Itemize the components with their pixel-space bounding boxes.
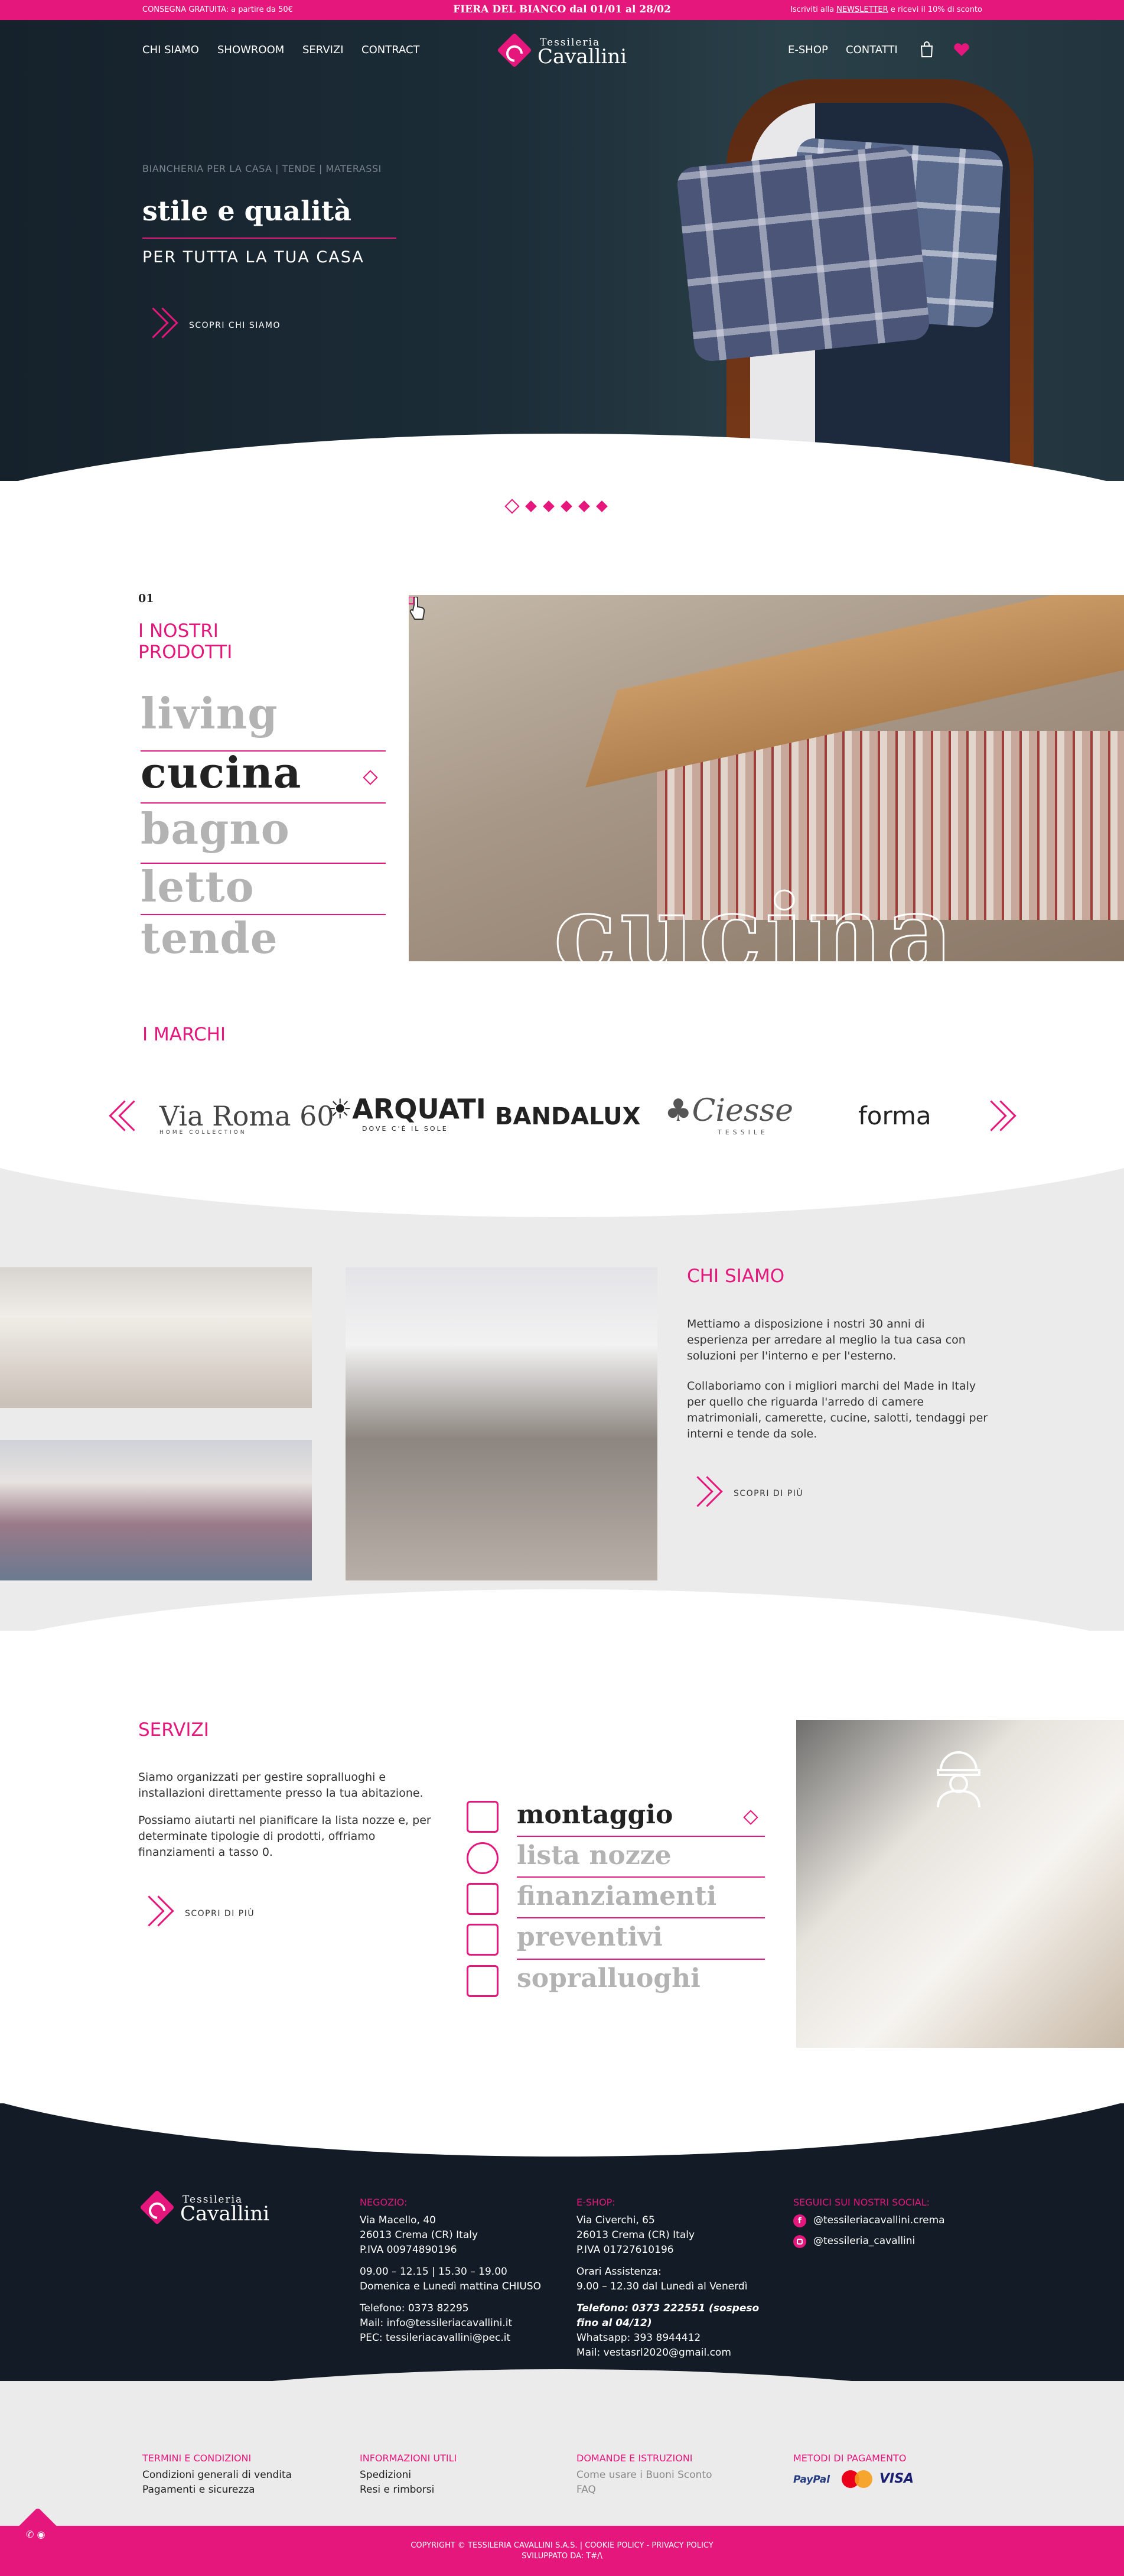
carousel-prev-icon[interactable] — [113, 1100, 148, 1137]
store-email-link[interactable]: Mail: info@tessileriacavallini.it — [360, 2316, 555, 2331]
link-pagamenti-sicurezza[interactable]: Pagamenti e sicurezza — [142, 2483, 292, 2497]
brand-ciesse[interactable]: ♣Ciesse TESSILE — [664, 1093, 793, 1136]
worker-icon — [467, 1801, 499, 1833]
worker-outline-icon — [926, 1744, 991, 1809]
double-chevron-right-icon[interactable] — [138, 1895, 172, 1932]
payment-column: METODI DI PAGAMENTO PayPal VISA — [793, 2451, 914, 2490]
nav-showroom[interactable]: SHOWROOM — [217, 44, 284, 56]
service-image — [796, 1720, 1124, 2048]
store-photo-showroom — [346, 1267, 657, 1580]
eshop-email-link[interactable]: Mail: vestasrl2020@gmail.com — [576, 2346, 777, 2360]
store-photo-curtains — [0, 1267, 312, 1408]
calculator-icon — [467, 1924, 499, 1956]
service-sopralluoghi[interactable]: sopralluoghi — [517, 1963, 701, 1993]
newsletter-link[interactable]: NEWSLETTER — [836, 5, 888, 14]
hero-subtitle: PER TUTTA LA TUA CASA — [142, 248, 364, 266]
brands-heading: I MARCHI — [142, 1024, 226, 1045]
category-cucina[interactable]: cucina — [141, 747, 301, 798]
hero-title: stile e qualità — [142, 195, 352, 227]
hand-cursor-icon — [408, 596, 428, 625]
copyright-bar: COPYRIGHT © TESSILERIA CAVALLINI S.A.S. … — [0, 2526, 1124, 2576]
instagram-icon — [793, 2235, 806, 2248]
category-letto[interactable]: letto — [141, 861, 255, 912]
facebook-icon: f — [793, 2214, 806, 2227]
slider-dot[interactable] — [525, 500, 537, 512]
category-image-word: cucina — [552, 872, 957, 962]
category-bagno[interactable]: bagno — [141, 804, 290, 854]
facebook-link[interactable]: f @tessileriacavallini.crema — [793, 2213, 988, 2228]
footer-social: SEGUICI SUI NOSTRI SOCIAL: f @tessileria… — [793, 2195, 988, 2249]
visa-icon: VISA — [879, 2471, 914, 2486]
services-cta-button[interactable]: SCOPRI DI PIÙ — [185, 1909, 255, 1918]
services-paragraph: Possiamo aiutarti nel pianificare la lis… — [138, 1814, 431, 1859]
service-montaggio[interactable]: montaggio — [517, 1800, 673, 1830]
phone-icon[interactable]: ✆ ◉ — [26, 2529, 45, 2540]
footer-logo[interactable]: Tessileria Cavallini — [139, 2190, 269, 2226]
logo-mark-icon — [497, 32, 532, 68]
promo-bar: CONSEGNA GRATUITA: a partire da 50€ FIER… — [0, 0, 1124, 20]
service-finanziamenti[interactable]: finanziamenti — [517, 1881, 716, 1911]
section-heading: I NOSTRI PRODOTTI — [138, 620, 233, 663]
link-condizioni-vendita[interactable]: Condizioni generali di vendita — [142, 2468, 292, 2483]
category-tende[interactable]: tende — [141, 913, 278, 963]
category-living[interactable]: living — [141, 688, 278, 739]
about-paragraph: Mettiamo a disposizione i nostri 30 anni… — [687, 1318, 966, 1362]
double-chevron-right-icon[interactable] — [687, 1476, 721, 1513]
store-photo-linens — [0, 1440, 312, 1580]
carousel-next-icon[interactable] — [980, 1100, 1015, 1137]
link-spedizioni[interactable]: Spedizioni — [360, 2468, 457, 2483]
nav-servizi[interactable]: SERVIZI — [302, 44, 344, 56]
faq-column: DOMANDE E ISTRUZIONI Come usare i Buoni … — [576, 2451, 712, 2497]
copyright-text: COPYRIGHT © TESSILERIA CAVALLINI S.A.S. … — [410, 2541, 714, 2550]
hero-cta-button[interactable]: SCOPRI CHI SIAMO — [189, 321, 281, 330]
rings-icon — [467, 1842, 499, 1874]
nav-contract[interactable]: CONTRACT — [361, 44, 420, 56]
site-logo[interactable]: Tessileria Cavallini — [497, 32, 627, 69]
section-number: 01 — [138, 592, 154, 605]
slider-dot[interactable] — [543, 500, 555, 512]
brand-viaroma[interactable]: Via Roma 60 HOME COLLECTION — [159, 1100, 334, 1136]
newsletter-promo: Iscriviti alla NEWSLETTER e ricevi il 10… — [790, 5, 982, 14]
mastercard-icon — [842, 2470, 872, 2488]
nav-chi-siamo[interactable]: CHI SIAMO — [142, 44, 199, 56]
brand-bandalux[interactable]: BANDALUX — [495, 1103, 640, 1130]
footer-store-info: NEGOZIO: Via Macello, 40 26013 Crema (CR… — [360, 2195, 555, 2346]
slider-dot[interactable] — [578, 500, 590, 512]
slider-dot[interactable] — [561, 500, 572, 512]
link-buoni-sconto[interactable]: Come usare i Buoni Sconto — [576, 2468, 712, 2483]
pencil-ruler-icon — [467, 1965, 499, 1997]
finance-icon — [467, 1883, 499, 1915]
slider-dot[interactable] — [596, 500, 608, 512]
cushion-image — [675, 144, 931, 363]
services-heading: SERVIZI — [138, 1719, 209, 1741]
info-column: INFORMAZIONI UTILI Spedizioni Resi e rim… — [360, 2451, 457, 2497]
wishlist-heart-icon[interactable] — [953, 43, 970, 57]
link-faq[interactable]: FAQ — [576, 2483, 712, 2497]
nav-eshop[interactable]: E-SHOP — [788, 44, 828, 56]
logo-mark-icon — [139, 2190, 175, 2225]
about-cta-button[interactable]: SCOPRI DI PIÙ — [734, 1489, 803, 1498]
instagram-link[interactable]: @tessileria_cavallini — [793, 2234, 988, 2249]
category-image: cucina — [409, 595, 1124, 961]
nav-contatti[interactable]: CONTATTI — [846, 44, 898, 56]
about-paragraph: Collaboriamo con i migliori marchi del M… — [687, 1380, 988, 1440]
footer-eshop-info: E-SHOP: Via Civerchi, 65 26013 Crema (CR… — [576, 2195, 777, 2360]
active-diamond-icon — [363, 770, 378, 785]
brand-forma[interactable]: forma — [858, 1101, 931, 1130]
link-resi-rimborsi[interactable]: Resi e rimborsi — [360, 2483, 457, 2497]
double-chevron-right-icon[interactable] — [142, 307, 177, 344]
shopping-bag-icon[interactable] — [920, 41, 933, 58]
paypal-icon: PayPal — [793, 2474, 830, 2486]
service-lista-nozze[interactable]: lista nozze — [517, 1840, 672, 1871]
active-diamond-icon — [743, 1810, 758, 1825]
terms-column: TERMINI E CONDIZIONI Condizioni generali… — [142, 2451, 292, 2497]
hero-kicker: BIANCHERIA PER LA CASA | TENDE | MATERAS… — [142, 163, 382, 174]
slider-dot[interactable] — [504, 499, 520, 514]
about-heading: CHI SIAMO — [687, 1266, 785, 1287]
services-paragraph: Siamo organizzati per gestire sopralluog… — [138, 1771, 423, 1800]
developer-credit: SVILUPPATO DA: T#/\ — [522, 2552, 602, 2561]
store-pec-link[interactable]: PEC: tessileriacavallini@pec.it — [360, 2331, 555, 2346]
service-preventivi[interactable]: preventivi — [517, 1922, 663, 1952]
brand-arquati[interactable]: ☀ARQUATI DOVE C'È IL SOLE — [328, 1093, 486, 1133]
